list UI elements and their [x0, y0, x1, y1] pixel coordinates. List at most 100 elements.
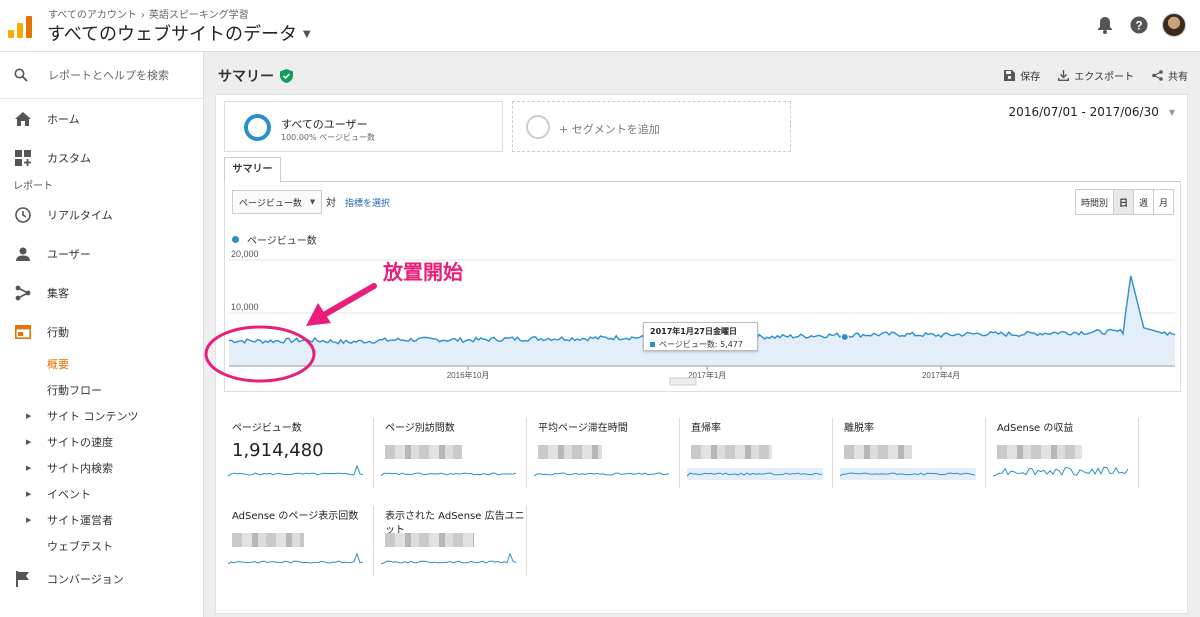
sparkline — [228, 464, 364, 477]
scorecard[interactable]: 平均ページ滞在時間 — [530, 418, 680, 488]
page-title: サマリー — [218, 66, 293, 86]
scorecard[interactable]: AdSense の収益 — [989, 418, 1139, 488]
redacted-value — [691, 445, 772, 459]
sparkline — [840, 468, 976, 480]
segment-all-users[interactable]: すべてのユーザー 100.00% ページビュー数 — [224, 101, 503, 152]
sidebar-item-label: 集客 — [47, 286, 69, 300]
redacted-value — [997, 445, 1082, 459]
scorecard-title: 直帰率 — [691, 423, 721, 434]
tab-summary[interactable]: サマリー — [224, 157, 281, 183]
search-input[interactable]: レポートとヘルプを検索 — [48, 67, 169, 83]
sidebar-item-label: リアルタイム — [47, 208, 113, 222]
sidebar-item-label: ユーザー — [47, 247, 91, 261]
sidebar-item-home[interactable]: ホーム — [0, 99, 203, 138]
sparkline-line — [381, 472, 517, 477]
sparkline-line — [228, 464, 364, 477]
save-button[interactable]: 保存 — [1004, 68, 1040, 83]
sidebar: レポートとヘルプを検索 ホーム カスタム レポート リアルタイム ユーザー 集客… — [0, 52, 204, 617]
clock-icon — [14, 206, 32, 224]
scorecard[interactable]: AdSense のページ表示回数 — [224, 506, 374, 576]
bell-icon[interactable] — [1094, 14, 1116, 36]
sidebar-item-events[interactable]: ▶ イベント — [0, 481, 203, 507]
sparkline-line — [534, 472, 670, 477]
svg-text:?: ? — [1135, 19, 1142, 33]
sidebar-item-site-search[interactable]: ▶ サイト内検索 — [0, 455, 203, 481]
acquisition-icon — [14, 284, 32, 302]
home-icon — [14, 110, 32, 128]
sidebar-item-label: サイトの速度 — [47, 436, 113, 449]
behavior-icon — [14, 323, 32, 341]
highlight-point — [840, 332, 849, 341]
export-button[interactable]: エクスポート — [1058, 68, 1134, 83]
redacted-value — [538, 445, 602, 459]
date-range-text: 2016/07/01 - 2017/06/30 — [1008, 105, 1159, 119]
dashboard-icon — [14, 149, 32, 167]
sidebar-item-label: 行動 — [47, 325, 69, 339]
sparkline — [381, 552, 517, 565]
avatar[interactable] — [1162, 13, 1186, 37]
sidebar-item-custom[interactable]: カスタム — [0, 138, 203, 177]
scorecard[interactable]: 表示された AdSense 広告ユニット — [377, 506, 527, 576]
redacted-value — [844, 445, 912, 459]
share-icon — [1152, 70, 1163, 81]
redacted-value — [385, 445, 462, 459]
y-tick-label: 10,000 — [231, 302, 259, 312]
sidebar-item-behavior-flow[interactable]: 行動フロー — [0, 377, 203, 403]
scorecard[interactable]: 直帰率 — [683, 418, 833, 488]
tooltip-date: 2017年1月27日金曜日 — [650, 327, 737, 336]
reports-section-label: レポート — [13, 181, 53, 192]
expand-arrow-icon: ▶ — [26, 464, 32, 472]
view-selector[interactable]: すべてのウェブサイトのデータ ▼ — [47, 20, 311, 46]
scorecard[interactable]: ページ別訪問数 — [377, 418, 527, 488]
sidebar-item-site-content[interactable]: ▶ サイト コンテンツ — [0, 403, 203, 429]
sparkline-line — [993, 466, 1129, 477]
page-title-text: サマリー — [218, 69, 274, 85]
sparkline — [381, 472, 517, 477]
expand-arrow-icon: ▶ — [26, 516, 32, 524]
add-segment-label: + セグメントを追加 — [559, 123, 660, 136]
help-icon[interactable]: ? — [1128, 14, 1150, 36]
segment-subtitle: 100.00% ページビュー数 — [281, 133, 375, 142]
sidebar-item-publisher[interactable]: ▶ サイト運営者 — [0, 507, 203, 533]
series-area — [229, 275, 1175, 366]
sidebar-item-site-speed[interactable]: ▶ サイトの速度 — [0, 429, 203, 455]
main-content: サマリー 保存 エクスポート 共有 すべてのユーザー 100.00% ページビュ… — [204, 52, 1200, 617]
sidebar-item-label: サイト内検索 — [47, 462, 113, 475]
sidebar-item-acquisition[interactable]: 集客 — [0, 273, 203, 312]
sidebar-item-label: サイト運営者 — [47, 514, 113, 527]
sidebar-item-label: カスタム — [47, 151, 91, 165]
scorecard[interactable]: ページビュー数 1,914,480 — [224, 418, 374, 488]
add-segment-button[interactable]: + セグメントを追加 — [512, 101, 791, 152]
sidebar-item-conversions[interactable]: コンバージョン — [0, 559, 203, 598]
share-button[interactable]: 共有 — [1152, 68, 1188, 83]
sidebar-item-label: イベント — [47, 488, 91, 501]
y-tick-label: 20,000 — [231, 249, 259, 259]
sidebar-item-overview[interactable]: 概要 — [0, 351, 203, 377]
breadcrumb[interactable]: すべてのアカウント › 英語スピーキング学習 — [48, 6, 253, 21]
sidebar-item-users[interactable]: ユーザー — [0, 234, 203, 273]
sidebar-item-realtime[interactable]: リアルタイム — [0, 195, 203, 234]
sparkline — [534, 472, 670, 477]
sidebar-item-experiments[interactable]: ウェブテスト — [0, 533, 203, 559]
scroll-handle — [669, 377, 697, 386]
verified-check-icon — [280, 69, 293, 83]
sidebar-item-label: サイト コンテンツ — [47, 410, 139, 423]
person-icon — [14, 245, 32, 263]
scorecard[interactable]: 離脱率 — [836, 418, 986, 488]
analytics-logo-icon[interactable] — [8, 16, 32, 38]
scorecard-title: ページビュー数 — [232, 423, 302, 434]
report-search[interactable]: レポートとヘルプを検索 — [0, 52, 203, 99]
chart-area: ページビュー数 ▼ 対 指標を選択 時間別 日 週 月 ページビュー数 10,0… — [224, 182, 1181, 392]
share-label: 共有 — [1168, 72, 1188, 83]
date-range-picker[interactable]: 2016/07/01 - 2017/06/30 ▼ — [1009, 105, 1175, 119]
scorecard-title: 平均ページ滞在時間 — [538, 423, 628, 434]
report-tabs: サマリー — [224, 157, 1181, 183]
redacted-value — [232, 533, 304, 547]
pageviews-chart[interactable]: 10,00020,0002016年10月 2017年1月 2017年4月 — [225, 182, 1180, 392]
tooltip-value: ページビュー数: 5,477 — [650, 339, 751, 350]
segment-title: すべてのユーザー — [281, 118, 368, 131]
chevron-down-icon: ▼ — [303, 29, 311, 40]
view-title: すべてのウェブサイトのデータ — [47, 24, 298, 45]
sidebar-item-behavior[interactable]: 行動 — [0, 312, 203, 351]
scorecard-title: AdSense のページ表示回数 — [232, 511, 359, 522]
